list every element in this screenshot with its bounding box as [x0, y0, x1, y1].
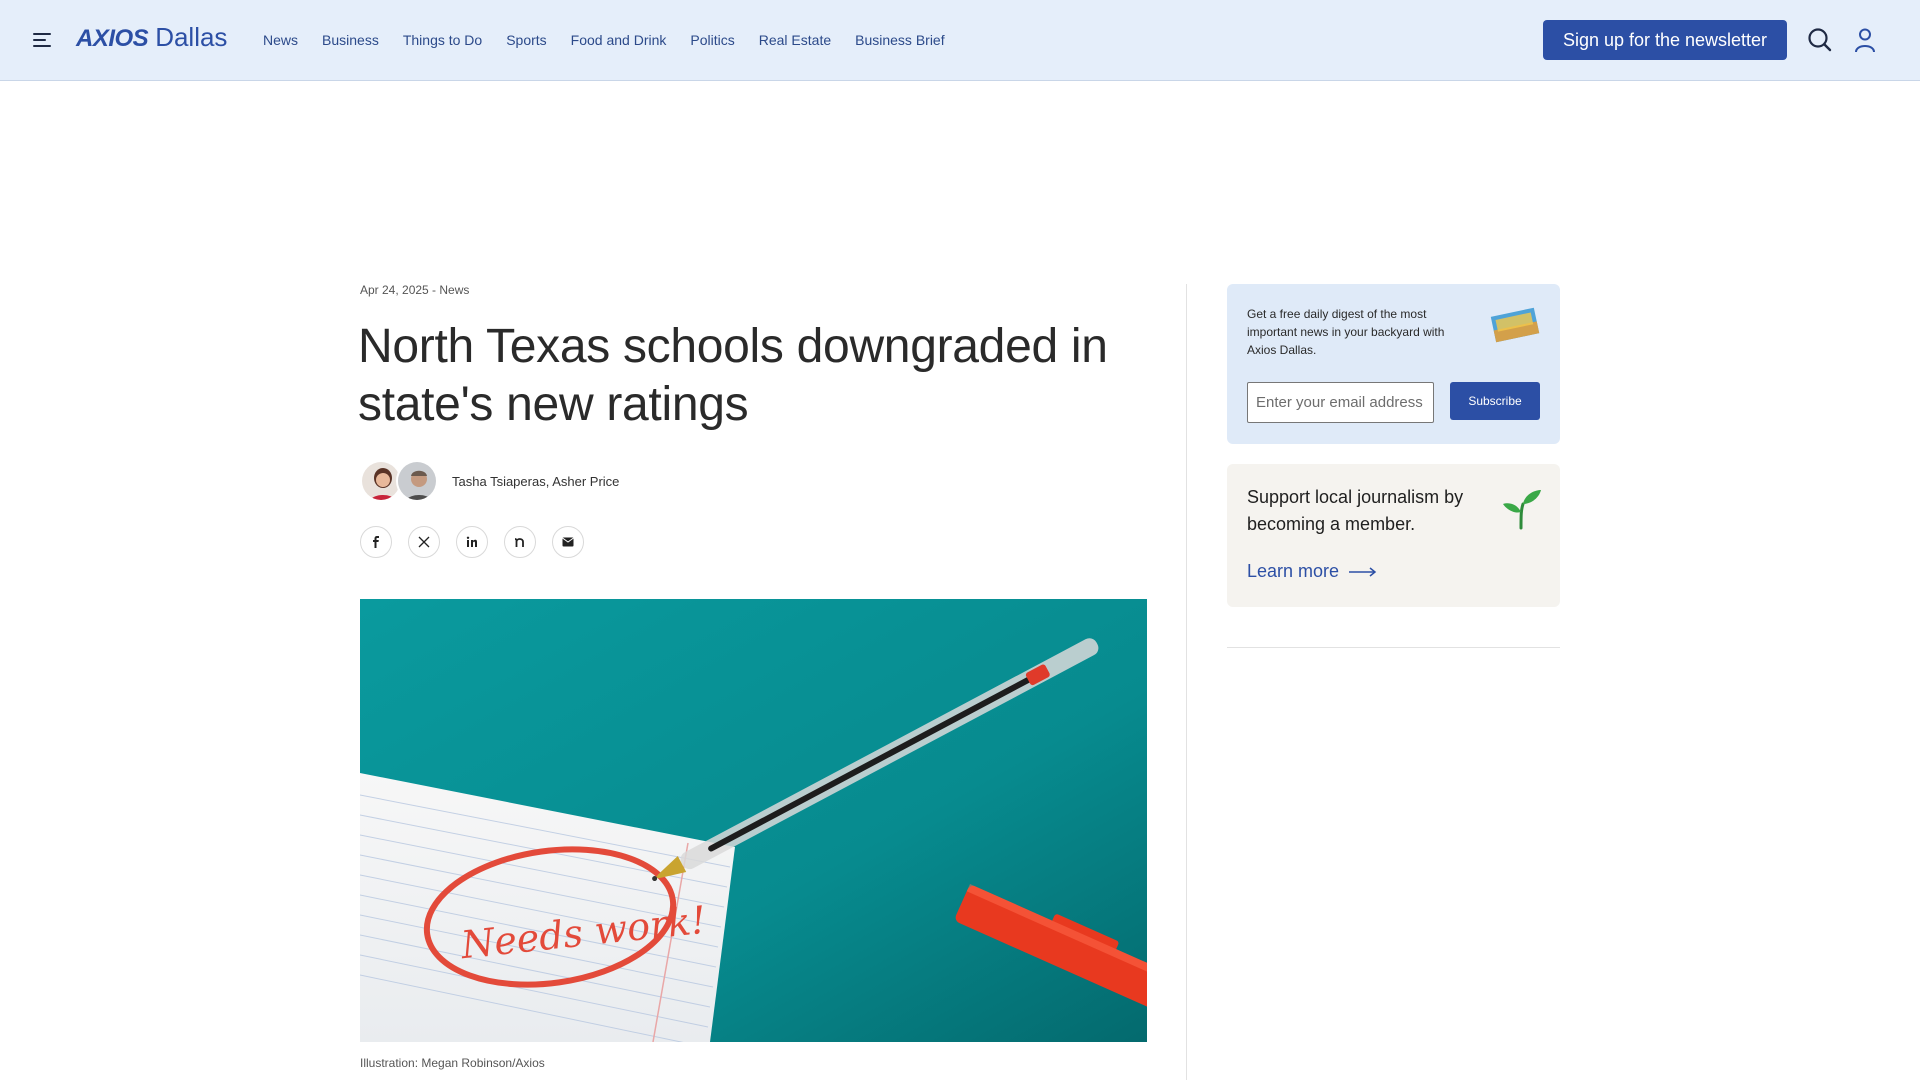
newsletter-card: Get a free daily digest of the most impo… [1227, 284, 1560, 444]
newsletter-signup-button[interactable]: Sign up for the newsletter [1543, 20, 1787, 60]
subscribe-button[interactable]: Subscribe [1450, 382, 1540, 420]
membership-card: Support local journalism by becoming a m… [1227, 464, 1560, 607]
nav-item-politics[interactable]: Politics [690, 32, 734, 48]
membership-text: Support local journalism by becoming a m… [1247, 487, 1464, 534]
user-account-icon[interactable] [1851, 26, 1879, 54]
dallas-postcard-icon [1489, 306, 1541, 344]
nav-item-things-to-do[interactable]: Things to Do [403, 32, 482, 48]
email-icon[interactable] [552, 526, 584, 558]
author-byline: Tasha Tsiaperas, Asher Price [360, 460, 619, 502]
main-nav: News Business Things to Do Sports Food a… [263, 0, 969, 80]
site-logo[interactable]: AXIOS Dallas [76, 22, 227, 53]
hero-caption: Illustration: Megan Robinson/Axios [360, 1056, 545, 1070]
nav-item-sports[interactable]: Sports [506, 32, 546, 48]
nav-item-real-estate[interactable]: Real Estate [759, 32, 831, 48]
newsletter-text: Get a free daily digest of the most impo… [1247, 307, 1445, 357]
hero-illustration: Needs work! [360, 599, 1147, 1042]
facebook-icon[interactable] [360, 526, 392, 558]
learn-more-label: Learn more [1247, 561, 1340, 581]
search-icon[interactable] [1806, 26, 1834, 54]
nav-item-news[interactable]: News [263, 32, 298, 48]
x-icon[interactable] [408, 526, 440, 558]
nav-item-business-brief[interactable]: Business Brief [855, 32, 944, 48]
nav-item-business[interactable]: Business [322, 32, 379, 48]
column-divider [1186, 284, 1187, 1080]
logo-city: Dallas [155, 22, 228, 52]
sprout-icon [1499, 486, 1543, 530]
author-avatar[interactable] [396, 460, 438, 502]
nextdoor-icon[interactable] [504, 526, 536, 558]
learn-more-link[interactable]: Learn more [1247, 561, 1377, 582]
hamburger-menu-icon[interactable] [33, 30, 55, 50]
article-meta: Apr 24, 2025 - News [360, 283, 470, 297]
sidebar-divider [1227, 647, 1560, 648]
site-header: AXIOS Dallas News Business Things to Do … [0, 0, 1920, 81]
article-title: North Texas schools downgraded in state'… [358, 320, 1108, 431]
arrow-right-icon [1349, 566, 1377, 577]
logo-brand: AXIOS [76, 25, 149, 52]
newsletter-email-input[interactable] [1247, 382, 1434, 423]
author-names[interactable]: Tasha Tsiaperas, Asher Price [452, 474, 619, 489]
linkedin-icon[interactable] [456, 526, 488, 558]
share-bar [360, 526, 584, 558]
nav-item-food-and-drink[interactable]: Food and Drink [571, 32, 667, 48]
